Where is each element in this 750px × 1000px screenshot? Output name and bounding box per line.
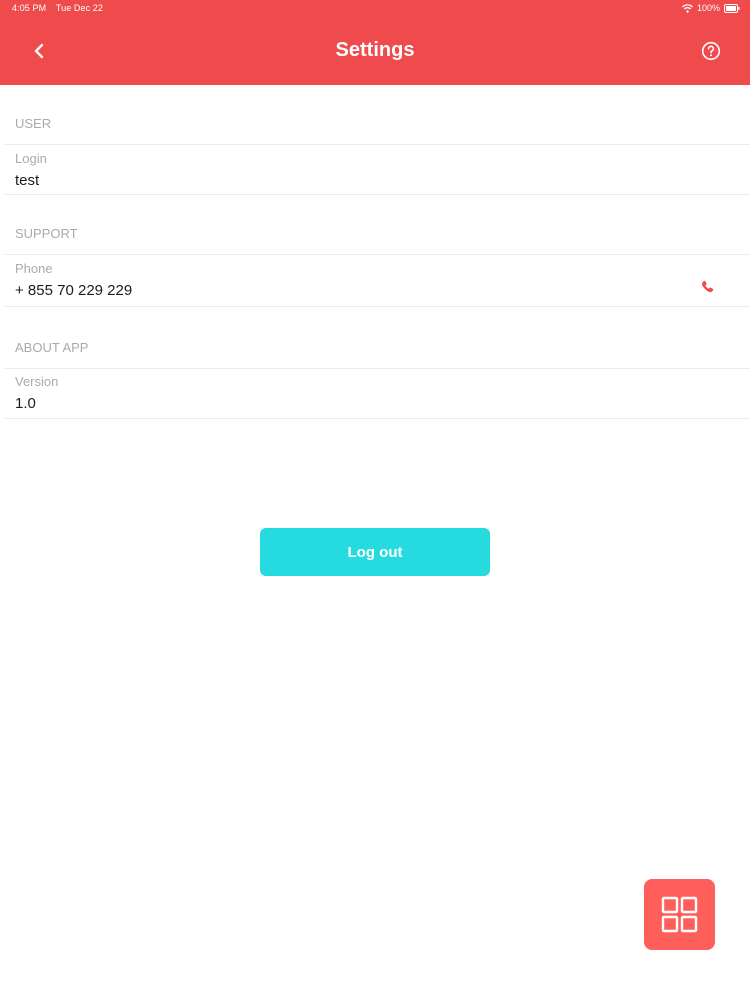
row-label: Version (15, 374, 59, 389)
grid-icon (661, 896, 698, 933)
divider (4, 144, 750, 145)
help-button[interactable] (701, 41, 721, 61)
status-bar-right: 100% (682, 3, 740, 13)
grid-menu-button[interactable] (644, 879, 715, 950)
row-value: test (15, 172, 40, 189)
page-title: Settings (335, 39, 415, 61)
settings-row-version: Version 1.0 (0, 374, 750, 424)
battery-percent: 100% (696, 3, 720, 13)
row-label: Login (15, 151, 47, 166)
divider (4, 418, 750, 419)
section-title: ABOUT APP (15, 340, 89, 355)
section-header-support: SUPPORT (0, 224, 750, 244)
divider (4, 368, 750, 369)
section-header-about: ABOUT APP (0, 338, 750, 358)
battery-icon (724, 3, 740, 13)
settings-row-phone[interactable]: Phone + 855 70 229 229 (0, 261, 750, 311)
row-value: + 855 70 229 229 (15, 282, 133, 299)
row-value: 1.0 (15, 395, 36, 412)
row-label: Phone (15, 261, 53, 276)
section-title: USER (15, 116, 52, 131)
app-header: 4:05 PM Tue Dec 22 100% Settings (0, 0, 750, 85)
status-date: Tue Dec 22 (55, 3, 104, 13)
wifi-icon (682, 3, 693, 13)
status-bar-left: 4:05 PM Tue Dec 22 (12, 3, 103, 13)
divider (4, 194, 750, 195)
status-time: 4:05 PM (12, 3, 47, 13)
section-header-user: USER (0, 114, 750, 134)
divider (4, 254, 750, 255)
divider (4, 306, 750, 307)
phone-call-button[interactable] (700, 279, 716, 295)
logout-button[interactable]: Log out (260, 528, 490, 576)
phone-icon (702, 280, 714, 293)
section-title: SUPPORT (15, 226, 78, 241)
help-circle-icon (701, 41, 721, 61)
